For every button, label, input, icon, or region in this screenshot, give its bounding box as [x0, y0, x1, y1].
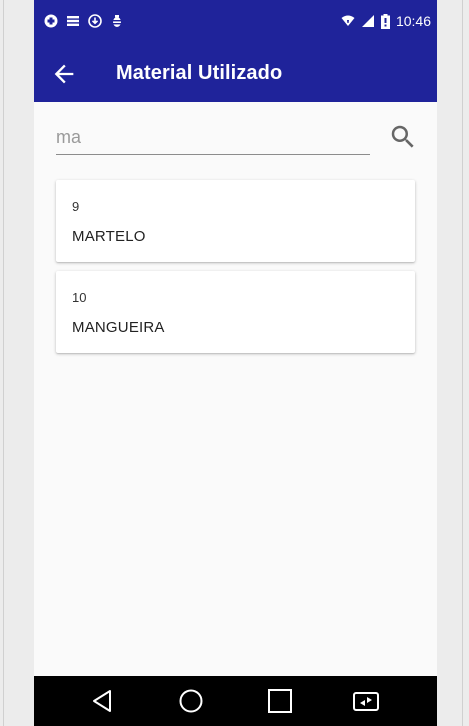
material-list: 9 MARTELO 10 MANGUEIRA [56, 180, 415, 362]
search-input[interactable] [56, 120, 370, 155]
nav-back-icon[interactable] [88, 686, 118, 716]
list-item[interactable]: 10 MANGUEIRA [56, 271, 415, 353]
nav-recents-icon[interactable] [265, 686, 295, 716]
battery-icon [380, 13, 390, 29]
arrow-back-icon[interactable] [50, 60, 78, 88]
bug-icon [112, 15, 122, 27]
app-bar: Material Utilizado [34, 46, 437, 102]
status-bar-notifications [44, 14, 124, 28]
search-icon[interactable] [388, 122, 418, 152]
nav-home-icon[interactable] [176, 686, 206, 716]
item-id: 10 [72, 290, 87, 305]
item-id: 9 [72, 199, 80, 214]
status-bar-system: 10:46 [341, 13, 431, 29]
rotate-screen-icon[interactable] [351, 686, 381, 716]
device-screen: 10:46 Material Utilizado 9 MARTELO 10 [34, 0, 437, 726]
status-time: 10:46 [395, 13, 431, 29]
download-icon [88, 14, 102, 28]
frame-edge [462, 0, 463, 726]
system-nav-bar [34, 676, 437, 726]
list-item[interactable]: 9 MARTELO [56, 180, 415, 262]
signal-icon [361, 15, 374, 27]
frame-edge [3, 0, 4, 726]
item-name: MANGUEIRA [72, 319, 165, 336]
emulator-frame: 10:46 Material Utilizado 9 MARTELO 10 [0, 0, 469, 726]
wifi-icon [341, 15, 355, 26]
item-name: MARTELO [72, 228, 146, 245]
storage-icon [67, 16, 79, 26]
status-bar: 10:46 [34, 0, 437, 46]
android-debug-icon [44, 14, 58, 28]
search-bar [56, 120, 418, 160]
page-title: Material Utilizado [116, 62, 283, 84]
